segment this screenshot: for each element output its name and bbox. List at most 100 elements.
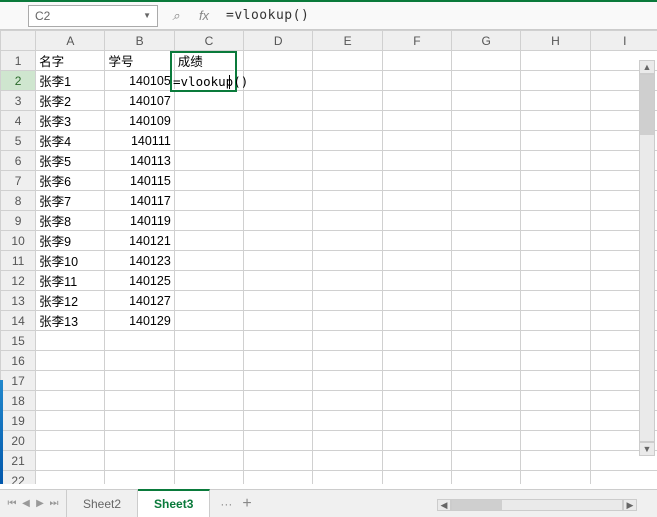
cell[interactable] [174, 271, 243, 291]
cell[interactable]: 张李6 [36, 171, 105, 191]
cell[interactable] [313, 311, 382, 331]
cell[interactable] [244, 271, 313, 291]
cell[interactable] [313, 151, 382, 171]
cell[interactable] [313, 131, 382, 151]
cell[interactable]: 张李11 [36, 271, 105, 291]
cell[interactable]: 张李1 [36, 71, 105, 91]
cell[interactable] [452, 311, 521, 331]
column-header-a[interactable]: A [36, 31, 105, 51]
cell[interactable] [36, 371, 105, 391]
cell[interactable] [244, 411, 313, 431]
cell[interactable] [105, 451, 174, 471]
cell[interactable]: 名字 [36, 51, 105, 71]
row-header[interactable]: 8 [1, 191, 36, 211]
cell[interactable] [452, 251, 521, 271]
cell[interactable] [313, 71, 382, 91]
column-header-i[interactable]: I [590, 31, 657, 51]
cell[interactable] [244, 231, 313, 251]
scroll-right-arrow-icon[interactable]: ▶ [623, 499, 637, 511]
row-header[interactable]: 17 [1, 371, 36, 391]
cell[interactable] [313, 391, 382, 411]
cell[interactable] [521, 111, 590, 131]
tab-first-icon[interactable]: ⏮ [6, 498, 18, 509]
cell[interactable] [452, 171, 521, 191]
cell[interactable] [174, 431, 243, 451]
cell[interactable] [313, 91, 382, 111]
cell[interactable] [174, 171, 243, 191]
search-icon[interactable]: ⌕ [168, 8, 184, 24]
scroll-left-arrow-icon[interactable]: ◀ [437, 499, 451, 511]
scroll-up-arrow-icon[interactable]: ▲ [639, 60, 655, 74]
cell[interactable] [36, 451, 105, 471]
cell[interactable] [452, 51, 521, 71]
cell[interactable] [36, 331, 105, 351]
cell[interactable]: 张李5 [36, 151, 105, 171]
cell[interactable] [382, 271, 451, 291]
row-header[interactable]: 7 [1, 171, 36, 191]
cell[interactable] [521, 411, 590, 431]
cell[interactable] [313, 231, 382, 251]
cell[interactable] [313, 111, 382, 131]
cell[interactable] [452, 291, 521, 311]
row-header[interactable]: 14 [1, 311, 36, 331]
cell[interactable] [313, 411, 382, 431]
cell[interactable] [313, 431, 382, 451]
cell[interactable]: 张李2 [36, 91, 105, 111]
cell[interactable] [382, 371, 451, 391]
cell[interactable]: 张李10 [36, 251, 105, 271]
cell[interactable] [105, 351, 174, 371]
cell[interactable] [521, 51, 590, 71]
cell[interactable] [313, 51, 382, 71]
cell[interactable] [313, 211, 382, 231]
row-header[interactable]: 2 [1, 71, 36, 91]
cell[interactable]: 张李7 [36, 191, 105, 211]
cell[interactable] [174, 111, 243, 131]
cell[interactable] [452, 471, 521, 485]
cell[interactable] [521, 131, 590, 151]
cell[interactable] [382, 291, 451, 311]
cell[interactable] [382, 471, 451, 485]
grid[interactable]: ABCDEFGHI 1名字学号成绩2张李11401053张李21401074张李… [0, 30, 657, 484]
cell[interactable] [382, 451, 451, 471]
tab-next-icon[interactable]: ▶ [34, 498, 46, 509]
cell[interactable]: 学号 [105, 51, 174, 71]
cell[interactable] [313, 291, 382, 311]
cell[interactable] [174, 151, 243, 171]
cell[interactable] [36, 471, 105, 485]
cell[interactable] [36, 411, 105, 431]
cell[interactable] [174, 411, 243, 431]
cell[interactable] [244, 51, 313, 71]
cell[interactable]: 140127 [105, 291, 174, 311]
cell[interactable] [521, 331, 590, 351]
spreadsheet-table[interactable]: ABCDEFGHI 1名字学号成绩2张李11401053张李21401074张李… [0, 30, 657, 484]
cell[interactable] [382, 151, 451, 171]
cell[interactable] [174, 311, 243, 331]
cell[interactable] [452, 271, 521, 291]
cell[interactable] [521, 91, 590, 111]
row-header[interactable]: 15 [1, 331, 36, 351]
chevron-down-icon[interactable]: ▼ [143, 11, 151, 20]
cell[interactable] [382, 351, 451, 371]
cell[interactable] [244, 91, 313, 111]
row-header[interactable]: 22 [1, 471, 36, 485]
column-header-f[interactable]: F [382, 31, 451, 51]
row-header[interactable]: 18 [1, 391, 36, 411]
column-header-c[interactable]: C [174, 31, 243, 51]
cell[interactable] [452, 91, 521, 111]
cell[interactable] [452, 211, 521, 231]
column-header-h[interactable]: H [521, 31, 590, 51]
cell[interactable] [244, 191, 313, 211]
vertical-scroll-thumb[interactable] [640, 75, 654, 135]
tab-prev-icon[interactable]: ◀ [20, 498, 32, 509]
formula-input[interactable]: =vlookup() [222, 6, 657, 25]
row-header[interactable]: 10 [1, 231, 36, 251]
cell[interactable] [174, 91, 243, 111]
cell[interactable] [452, 411, 521, 431]
column-header-b[interactable]: B [105, 31, 174, 51]
cell[interactable] [382, 171, 451, 191]
cell[interactable] [452, 71, 521, 91]
cell[interactable] [521, 351, 590, 371]
row-header[interactable]: 4 [1, 111, 36, 131]
cell[interactable] [452, 131, 521, 151]
cell[interactable] [105, 431, 174, 451]
